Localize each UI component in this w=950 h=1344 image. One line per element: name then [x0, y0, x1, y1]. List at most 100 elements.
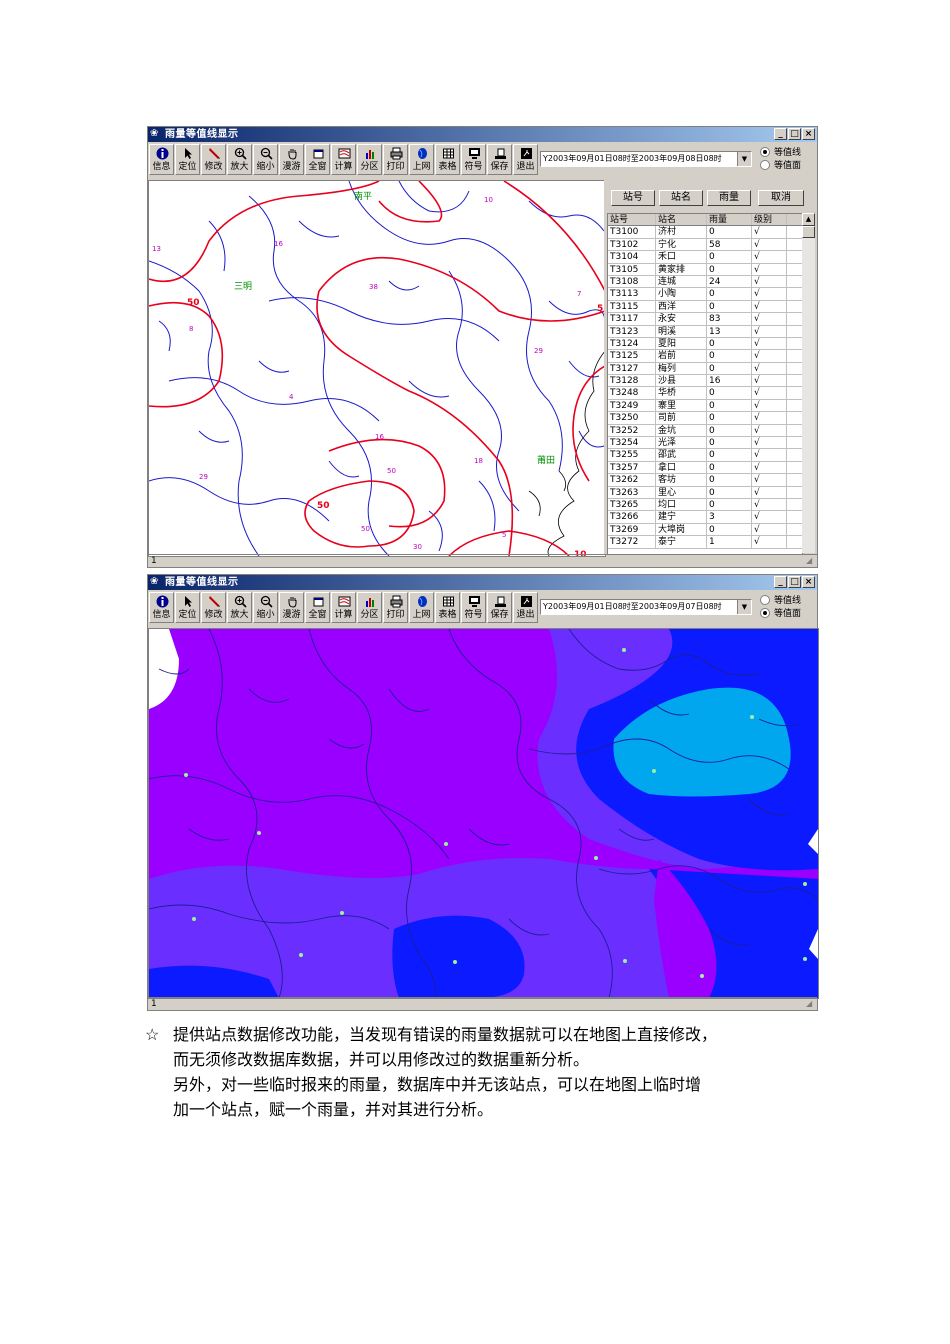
grid-icon: [443, 596, 454, 607]
table-row[interactable]: T3269 大埠岗 0 √: [608, 523, 802, 537]
zoom-in-icon: [234, 595, 247, 608]
contour-line-radio[interactable]: 等值线: [760, 145, 801, 158]
table-row[interactable]: T3127 梅列 0 √: [608, 362, 802, 376]
resize-grip-icon[interactable]: ◢: [806, 999, 816, 1009]
table-row[interactable]: T3102 宁化 58 √: [608, 238, 802, 252]
description-line: 另外，对一些临时报来的雨量，数据库中并无该站点，可以在地图上临时增: [173, 1075, 702, 1094]
region-button[interactable]: 分区: [357, 592, 382, 623]
table-row[interactable]: T3123 明溪 13 √: [608, 325, 802, 338]
symbol-button[interactable]: 符号: [461, 144, 486, 175]
table-cell: 0: [707, 412, 752, 424]
table-row[interactable]: T3265 均口 0 √: [608, 498, 802, 512]
chevron-down-icon[interactable]: ▼: [737, 152, 751, 166]
table-cell: T3266: [608, 511, 656, 523]
zoom-out-button[interactable]: 缩小: [253, 144, 278, 175]
table-row[interactable]: T3266 建宁 3 √: [608, 511, 802, 524]
region-button[interactable]: 分区: [357, 144, 382, 175]
table-row[interactable]: T3248 华桥 0 √: [608, 387, 802, 400]
minimize-button[interactable]: _: [774, 576, 787, 588]
info-button[interactable]: 信息: [149, 144, 174, 175]
table-row[interactable]: T3115 西洋 0 √: [608, 300, 802, 314]
radio-dot: [760, 146, 770, 157]
table-row[interactable]: T3249 寨里 0 √: [608, 399, 802, 413]
table-button[interactable]: 表格: [435, 144, 460, 175]
exit-button[interactable]: 退出: [513, 144, 538, 175]
table-row[interactable]: T3263 里心 0 √: [608, 486, 802, 499]
zoom-in-button[interactable]: 放大: [227, 592, 252, 623]
minimize-button[interactable]: _: [774, 128, 787, 140]
column-header[interactable]: 雨量: [707, 214, 752, 226]
table-row[interactable]: T3125 岩前 0 √: [608, 350, 802, 363]
station-value: 38: [369, 283, 378, 291]
column-header[interactable]: 站号: [608, 214, 656, 226]
time-range-select[interactable]: Y2003年09月01日08时至2003年09月08日08时 ▼: [540, 151, 752, 167]
edit-button[interactable]: 修改: [201, 144, 226, 175]
table-row[interactable]: T3254 光泽 0 √: [608, 437, 802, 450]
station-table[interactable]: 站号 站名 雨量 级别 T3100 济村 0 √ T3102 宁化 58 √ T3104 禾口 0 √…: [607, 213, 803, 555]
table-row[interactable]: T3252 金坑 0 √: [608, 424, 802, 438]
table-row[interactable]: T3124 夏阳 0 √: [608, 337, 802, 351]
table-row[interactable]: T3104 禾口 0 √: [608, 251, 802, 264]
contour-surface-map[interactable]: [148, 628, 819, 999]
contour-surface-radio[interactable]: 等值面: [760, 606, 801, 619]
maximize-button[interactable]: □: [788, 576, 801, 588]
print-button[interactable]: 打印: [383, 144, 408, 175]
close-button[interactable]: ×: [802, 128, 815, 140]
table-row[interactable]: T3100 济村 0 √: [608, 226, 802, 239]
rainfall-button[interactable]: 雨量: [707, 190, 751, 206]
column-header[interactable]: 站名: [656, 214, 707, 226]
rainfall-surface-map: [149, 629, 818, 998]
full-view-button[interactable]: 全窗: [305, 144, 330, 175]
table-row[interactable]: T3262 客坊 0 √: [608, 474, 802, 487]
station-name-button[interactable]: 站名: [659, 190, 703, 206]
contour-surface-radio[interactable]: 等值面: [760, 158, 801, 171]
contour-line-map[interactable]: 50 50 5 10 南平 三明 莆田 10 13 16 8 38 7 29 4: [148, 180, 606, 557]
save-button[interactable]: 保存: [487, 592, 512, 623]
zoom-out-button[interactable]: 缩小: [253, 592, 278, 623]
radio-dot: [760, 594, 770, 605]
online-button[interactable]: 上网: [409, 592, 434, 623]
save-button[interactable]: 保存: [487, 144, 512, 175]
full-view-button[interactable]: 全窗: [305, 592, 330, 623]
exit-button[interactable]: 退出: [513, 592, 538, 623]
pan-button[interactable]: 漫游: [279, 144, 304, 175]
symbol-button[interactable]: 符号: [461, 592, 486, 623]
table-cell: 梅列: [656, 362, 707, 375]
zoom-in-button[interactable]: 放大: [227, 144, 252, 175]
station-id-button[interactable]: 站号: [611, 190, 655, 206]
print-button[interactable]: 打印: [383, 592, 408, 623]
table-row[interactable]: T3272 泰宁 1 √: [608, 536, 802, 549]
table-scrollbar[interactable]: ▲: [802, 213, 815, 553]
table-row[interactable]: T3108 连城 24 √: [608, 275, 802, 289]
station-value: 13: [152, 245, 161, 253]
table-row[interactable]: T3128 沙县 16 √: [608, 375, 802, 388]
edit-button[interactable]: 修改: [201, 592, 226, 623]
display-mode-group: 等值线 等值面: [760, 593, 801, 619]
contour-line-radio[interactable]: 等值线: [760, 593, 801, 606]
resize-grip-icon[interactable]: ◢: [806, 556, 816, 566]
table-row[interactable]: T3255 邵武 0 √: [608, 449, 802, 462]
pan-button[interactable]: 漫游: [279, 592, 304, 623]
chevron-down-icon[interactable]: ▼: [737, 600, 751, 614]
info-button[interactable]: 信息: [149, 592, 174, 623]
time-range-select[interactable]: Y2003年09月01日08时至2003年09月07日08时 ▼: [540, 599, 752, 615]
maximize-button[interactable]: □: [788, 128, 801, 140]
calculate-button[interactable]: 计算: [331, 144, 356, 175]
close-button[interactable]: ×: [802, 576, 815, 588]
table-row[interactable]: T3105 黄家排 0 √: [608, 263, 802, 276]
table-row[interactable]: T3257 拿口 0 √: [608, 461, 802, 475]
calculate-button[interactable]: 计算: [331, 592, 356, 623]
table-cell: √: [752, 263, 787, 275]
online-button[interactable]: 上网: [409, 144, 434, 175]
scroll-up-icon[interactable]: ▲: [802, 213, 815, 226]
cancel-button[interactable]: 取消: [758, 190, 804, 206]
table-button[interactable]: 表格: [435, 592, 460, 623]
table-row[interactable]: T3113 小陶 0 √: [608, 288, 802, 301]
table-row[interactable]: T3117 永安 83 √: [608, 313, 802, 326]
scroll-thumb[interactable]: [802, 226, 815, 238]
table-cell: √: [752, 424, 787, 437]
table-row[interactable]: T3250 司前 0 √: [608, 412, 802, 425]
column-header[interactable]: 级别: [752, 214, 787, 226]
locate-button[interactable]: 定位: [175, 144, 200, 175]
locate-button[interactable]: 定位: [175, 592, 200, 623]
